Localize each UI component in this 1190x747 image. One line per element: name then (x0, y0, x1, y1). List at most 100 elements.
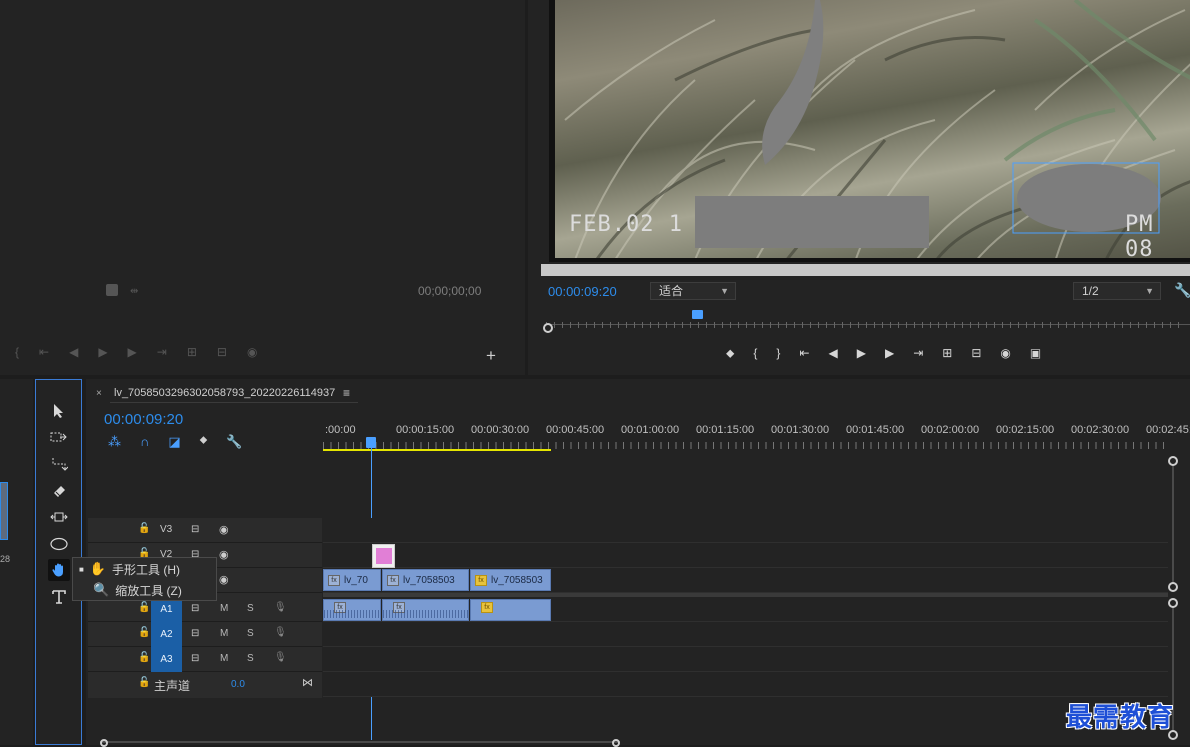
sync-lock-icon[interactable]: ⊟ (191, 524, 199, 535)
program-scrubber[interactable] (543, 310, 1190, 333)
nest-icon[interactable]: ⁂ (108, 434, 121, 450)
microphone-icon[interactable]: 🎙 (274, 652, 287, 663)
solo-button[interactable]: S (247, 653, 254, 664)
comparison-view-icon[interactable]: ▣ (1030, 346, 1041, 364)
solo-button[interactable]: S (247, 603, 254, 614)
sequence-tab[interactable]: lv_7058503296302058793_20220226114937 (114, 387, 335, 399)
track-label-a2[interactable]: A2 (151, 622, 182, 647)
track-lane-master[interactable] (323, 672, 1168, 697)
audio-clip-2[interactable]: fx (382, 599, 469, 621)
video-clip-3[interactable]: fx lv_7058503 (470, 569, 551, 591)
eye-icon[interactable]: ◉ (219, 573, 229, 586)
track-lane-a2[interactable] (323, 622, 1168, 647)
lock-icon[interactable]: 🔓 (138, 652, 150, 663)
mute-button[interactable]: M (220, 603, 228, 614)
step-back-icon[interactable]: ◀ (69, 345, 78, 363)
timeline-zoom-scrollbar[interactable] (100, 739, 620, 747)
track-lane-v2[interactable] (323, 543, 1168, 568)
work-area-bar[interactable] (323, 449, 551, 451)
track-select-tool-icon[interactable] (48, 426, 70, 448)
mark-in-icon[interactable]: { (15, 345, 19, 363)
selection-tool-icon[interactable] (48, 400, 70, 422)
ellipse-tool-icon[interactable] (48, 533, 70, 555)
source-settings-icon[interactable] (106, 284, 118, 296)
add-button-icon[interactable]: + (486, 346, 496, 366)
microphone-icon[interactable]: 🎙 (274, 602, 287, 613)
add-marker-icon[interactable]: ⬥ (200, 434, 208, 450)
extract-icon[interactable]: ⊟ (971, 346, 981, 364)
export-frame-icon[interactable]: ◉ (1000, 346, 1010, 364)
timeline-playhead[interactable] (366, 437, 376, 448)
track-header-v3: 🔓 V3 ⊟ ◉ (88, 518, 322, 543)
sync-lock-icon[interactable]: ⊟ (191, 628, 199, 639)
eye-icon[interactable]: ◉ (219, 548, 229, 561)
track-label-v3[interactable]: V3 (160, 524, 172, 535)
slip-tool-icon[interactable] (48, 506, 70, 528)
timeline-settings-icon[interactable]: 🔧 (226, 434, 242, 450)
microphone-icon[interactable]: 🎙 (274, 627, 287, 638)
linked-selection-icon[interactable]: ◪ (168, 434, 180, 450)
lock-icon[interactable]: 🔓 (138, 523, 150, 534)
hand-tool-icon[interactable] (48, 559, 70, 581)
fx-badge-active[interactable]: fx (481, 602, 493, 613)
camera-icon[interactable]: ◉ (247, 345, 257, 363)
fx-badge[interactable]: fx (328, 574, 340, 586)
video-track-scrollbar[interactable] (1168, 456, 1178, 592)
play-icon[interactable]: ▶ (98, 345, 107, 363)
step-forward-icon[interactable]: ▶ (885, 346, 894, 364)
lock-icon[interactable]: 🔓 (138, 627, 150, 638)
graphic-clip-v2[interactable] (372, 544, 395, 568)
close-icon[interactable]: × (96, 388, 102, 399)
panel-menu-icon[interactable]: ≡ (343, 386, 350, 400)
chevron-down-icon: ▼ (720, 286, 729, 296)
audio-clip-3[interactable]: fx (470, 599, 551, 621)
insert-icon[interactable]: ⊞ (187, 345, 197, 363)
mark-in-icon[interactable]: { (753, 346, 757, 364)
play-icon[interactable]: ▶ (857, 346, 866, 364)
step-back-icon[interactable]: ◀ (829, 346, 838, 364)
master-volume-value[interactable]: 0.0 (231, 679, 245, 690)
sync-lock-icon[interactable]: ⊟ (191, 653, 199, 664)
scrubber-start-handle[interactable] (543, 323, 553, 333)
project-thumbnail[interactable] (0, 482, 8, 540)
eye-icon[interactable]: ◉ (219, 523, 229, 536)
go-to-end-icon[interactable]: ⋈ (302, 676, 313, 689)
overwrite-icon[interactable]: ⊟ (217, 345, 227, 363)
fx-badge[interactable]: fx (387, 574, 399, 586)
timeline-timecode[interactable]: 00:00:09:20 (104, 411, 183, 428)
audio-clip-1[interactable]: fx (323, 599, 381, 621)
wrench-icon[interactable]: 🔧 (1174, 282, 1190, 299)
mute-button[interactable]: M (220, 653, 228, 664)
flyout-item-zoom[interactable]: 🔍 缩放工具 (Z) (79, 580, 182, 600)
mark-out-icon[interactable]: } (776, 346, 780, 364)
resolution-select[interactable]: 1/2 ▼ (1073, 282, 1161, 300)
flyout-item-hand[interactable]: ■ ✋ 手形工具 (H) (79, 559, 180, 579)
lock-icon[interactable]: 🔓 (138, 677, 150, 688)
go-to-out-icon[interactable]: ⇥ (913, 346, 923, 364)
track-label-a3[interactable]: A3 (151, 647, 182, 672)
go-to-out-icon[interactable]: ⇥ (157, 345, 167, 363)
source-timecode[interactable]: 00;00;00;00 (418, 284, 518, 298)
video-clip-2[interactable]: fx lv_7058503 (382, 569, 469, 591)
type-tool-icon[interactable] (48, 586, 70, 608)
source-insert-icon[interactable]: ⇹ (130, 286, 138, 297)
mute-button[interactable]: M (220, 628, 228, 639)
add-marker-icon[interactable]: ⬥ (726, 346, 734, 364)
snap-magnet-icon[interactable]: ∩ (140, 434, 149, 450)
step-forward-icon[interactable]: ▶ (128, 345, 137, 363)
fit-select[interactable]: 适合 ▼ (650, 282, 736, 300)
fx-badge-active[interactable]: fx (475, 574, 487, 586)
sync-lock-icon[interactable]: ⊟ (191, 603, 199, 614)
lift-icon[interactable]: ⊞ (942, 346, 952, 364)
razor-tool-icon[interactable] (48, 480, 70, 502)
solo-button[interactable]: S (247, 628, 254, 639)
go-to-in-icon[interactable]: ⇤ (39, 345, 49, 363)
program-timecode[interactable]: 00:00:09:20 (548, 284, 638, 299)
video-clip-1[interactable]: fx lv_70 (323, 569, 381, 591)
lock-icon[interactable]: 🔓 (138, 602, 150, 613)
track-lane-a3[interactable] (323, 647, 1168, 672)
track-lane-v3[interactable] (323, 518, 1168, 543)
ripple-edit-tool-icon[interactable] (48, 453, 70, 475)
go-to-in-icon[interactable]: ⇤ (799, 346, 809, 364)
playhead-icon[interactable] (692, 310, 703, 319)
